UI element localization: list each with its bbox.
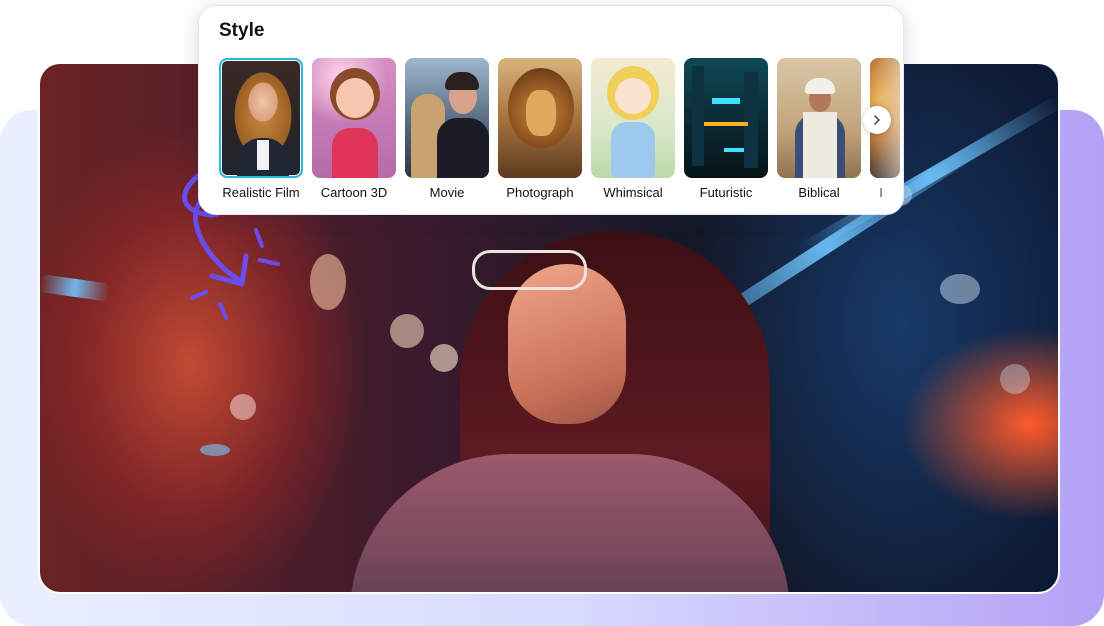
bokeh-light bbox=[310, 254, 346, 310]
style-panel: Style Realistic Film Cartoon 3D Movie Ph… bbox=[198, 5, 904, 215]
next-styles-button[interactable] bbox=[863, 106, 891, 134]
style-option-futuristic[interactable]: Futuristic bbox=[684, 58, 768, 208]
chevron-right-icon bbox=[874, 115, 880, 125]
panel-title: Style bbox=[219, 20, 265, 41]
style-option-movie[interactable]: Movie bbox=[405, 58, 489, 208]
style-label: Futuristic bbox=[699, 185, 753, 200]
bokeh-light bbox=[940, 274, 980, 304]
style-thumbnail-whimsical bbox=[591, 58, 675, 178]
style-thumbnail-photograph bbox=[498, 58, 582, 178]
bokeh-light bbox=[230, 394, 256, 420]
bokeh-light bbox=[430, 344, 458, 372]
style-option-cartoon-3d[interactable]: Cartoon 3D bbox=[312, 58, 396, 208]
style-label: Cartoon 3D bbox=[320, 185, 388, 200]
bokeh-light bbox=[200, 444, 230, 456]
style-option-photograph[interactable]: Photograph bbox=[498, 58, 582, 208]
style-thumbnail-biblical bbox=[777, 58, 861, 178]
bokeh-light bbox=[390, 314, 424, 348]
style-option-biblical[interactable]: Biblical bbox=[777, 58, 861, 208]
style-label: Whimsical bbox=[603, 185, 663, 200]
style-label: Biblical bbox=[798, 185, 840, 200]
style-thumbnail-futuristic bbox=[684, 58, 768, 178]
style-option-realistic-film[interactable]: Realistic Film bbox=[219, 58, 303, 208]
style-thumbnail-cartoon-3d bbox=[312, 58, 396, 178]
style-thumbnail-realistic-film bbox=[219, 58, 303, 178]
style-label: Photograph bbox=[506, 185, 574, 200]
style-label: I bbox=[879, 185, 883, 200]
style-label: Movie bbox=[429, 185, 465, 200]
glasses bbox=[472, 250, 587, 290]
style-thumbnail-movie bbox=[405, 58, 489, 178]
neon-streak bbox=[40, 274, 111, 302]
style-label: Realistic Film bbox=[222, 185, 300, 200]
bokeh-light bbox=[1000, 364, 1030, 394]
style-thumbnails: Realistic Film Cartoon 3D Movie Photogra… bbox=[219, 58, 903, 208]
style-option-whimsical[interactable]: Whimsical bbox=[591, 58, 675, 208]
